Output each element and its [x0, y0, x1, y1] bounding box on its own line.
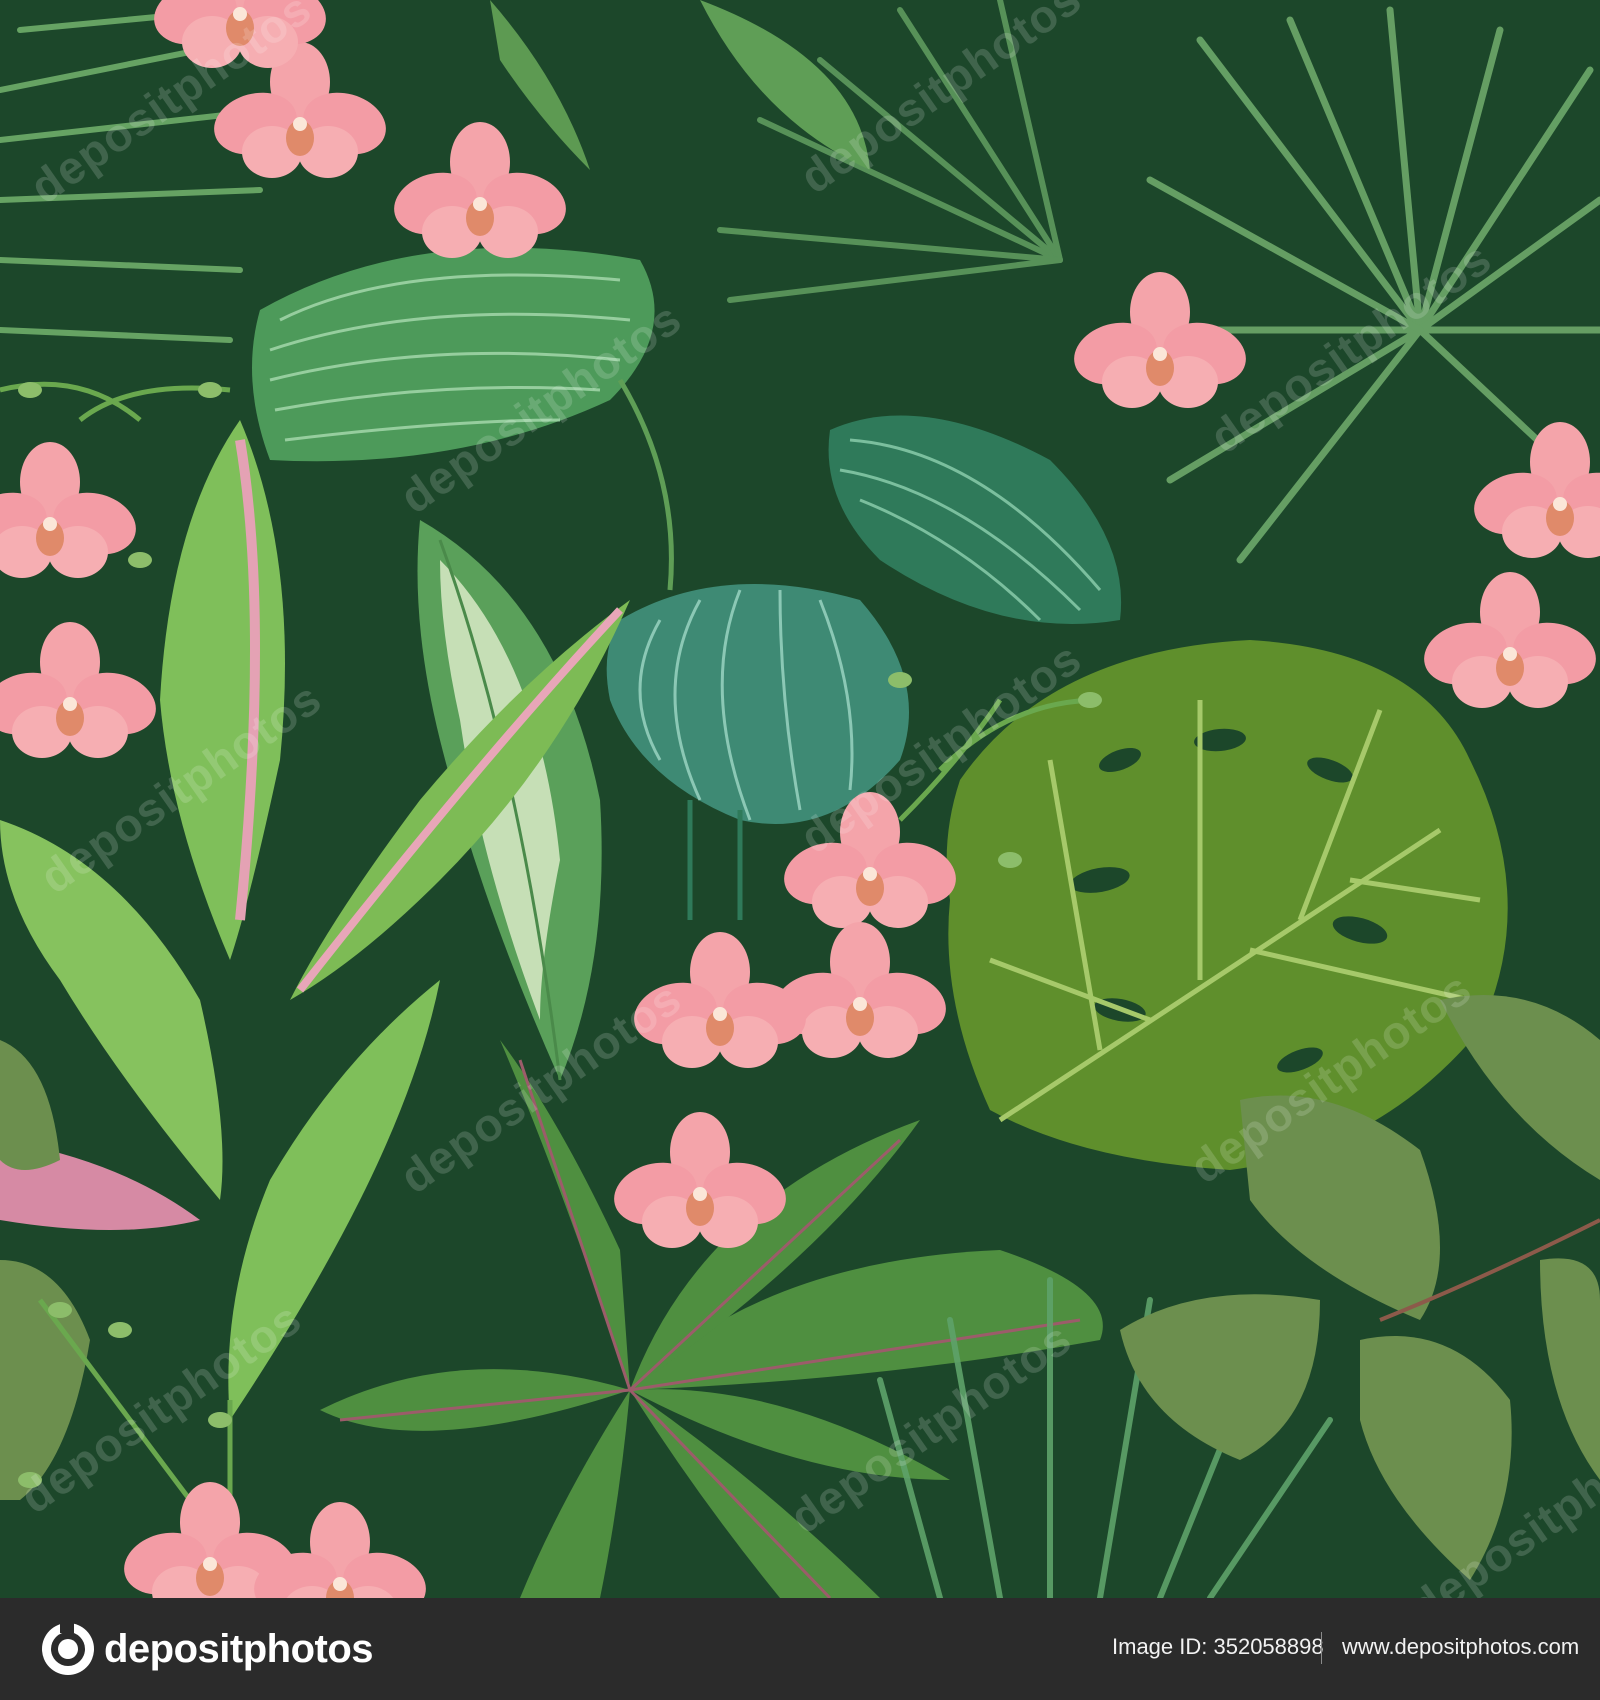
image-id-label: Image ID: 352058898: [1112, 1634, 1324, 1659]
depositphotos-logo-icon: [42, 1623, 94, 1675]
stock-footer-bar: depositphotos Image ID: 352058898 www.de…: [0, 1598, 1600, 1700]
depositphotos-logo[interactable]: depositphotos: [40, 1618, 374, 1680]
site-url-link[interactable]: www.depositphotos.com: [1342, 1634, 1579, 1660]
logo-wordmark: depositphotos: [104, 1626, 374, 1671]
tropical-pattern-artwork: depositphotos depositphotos depositphoto…: [0, 0, 1600, 1598]
footer-divider: [1321, 1632, 1322, 1664]
